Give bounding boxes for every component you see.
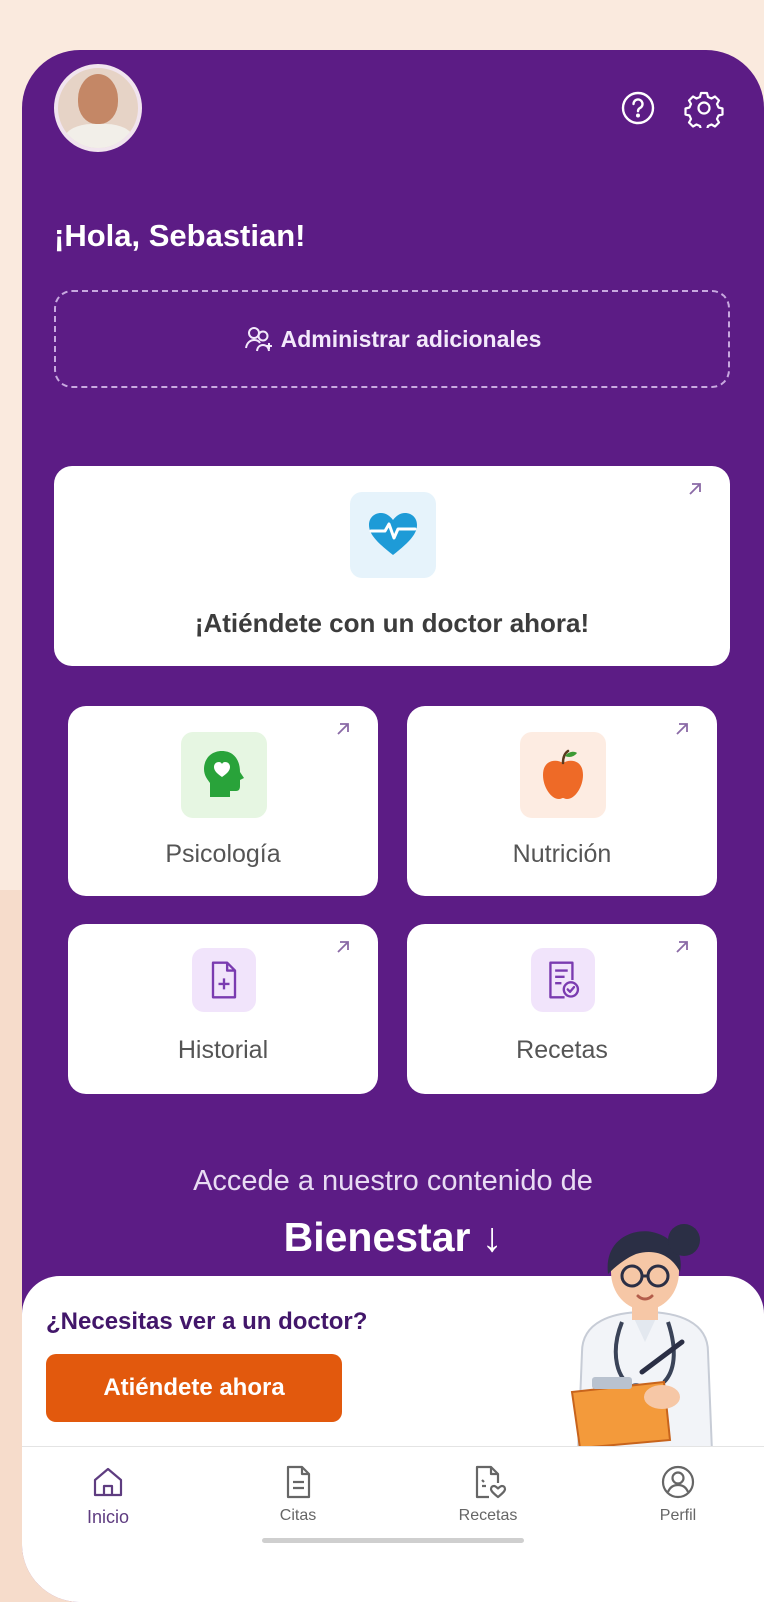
manage-additional-label: Administrar adicionales — [280, 325, 542, 352]
avatar-face — [78, 74, 118, 124]
apple-icon — [520, 732, 606, 818]
bottom-nav: Inicio Citas Recetas Perfil — [22, 1446, 764, 1602]
help-circle-icon[interactable] — [618, 88, 658, 128]
nav-label: Recetas — [458, 1507, 518, 1524]
heart-pulse-icon — [350, 492, 436, 578]
nav-label: Inicio — [86, 1507, 130, 1527]
user-avatar[interactable] — [54, 64, 142, 152]
document-icon — [286, 1465, 311, 1499]
psychology-label: Psicología — [165, 840, 281, 868]
gear-icon[interactable] — [684, 88, 724, 132]
arrow-up-right-icon — [673, 938, 691, 956]
wellness-intro: Accede a nuestro contenido de — [193, 1165, 593, 1197]
greeting-title: ¡Hola, Sebastian! — [54, 218, 306, 253]
prescriptions-card[interactable]: Recetas — [407, 924, 717, 1094]
history-card[interactable]: Historial — [68, 924, 378, 1094]
promo-title: ¿Necesitas ver a un doctor? — [46, 1308, 368, 1335]
prescription-icon — [531, 948, 595, 1012]
document-plus-icon — [192, 948, 256, 1012]
nav-inicio[interactable]: Inicio — [48, 1463, 168, 1528]
attend-now-button[interactable]: Atiéndete ahora — [46, 1354, 342, 1422]
nav-label: Citas — [279, 1507, 317, 1524]
doctor-illustration — [570, 1224, 714, 1452]
psychology-card[interactable]: Psicología — [68, 706, 378, 896]
arrow-up-right-icon — [334, 720, 352, 738]
home-icon — [93, 1467, 123, 1497]
profile-icon — [661, 1465, 695, 1499]
arrow-up-right-icon — [686, 480, 704, 498]
nutrition-label: Nutrición — [512, 840, 612, 868]
manage-additional-button[interactable]: Administrar adicionales — [54, 290, 730, 388]
nutrition-card[interactable]: Nutrición — [407, 706, 717, 896]
head-heart-icon — [181, 732, 267, 818]
nav-perfil[interactable]: Perfil — [618, 1463, 738, 1525]
nav-label: Perfil — [659, 1507, 697, 1524]
nav-citas[interactable]: Citas — [238, 1463, 358, 1525]
prescription-heart-icon — [475, 1465, 507, 1499]
arrow-up-right-icon — [334, 938, 352, 956]
app-screen: ¡Hola, Sebastian! Administrar adicionale… — [22, 50, 764, 1602]
people-add-icon — [244, 327, 272, 352]
doctor-now-label: ¡Atiéndete con un doctor ahora! — [194, 608, 590, 638]
arrow-up-right-icon — [673, 720, 691, 738]
home-indicator — [262, 1538, 524, 1543]
prescriptions-label: Recetas — [516, 1036, 608, 1064]
avatar-shirt — [64, 124, 134, 148]
nav-recetas[interactable]: Recetas — [428, 1463, 548, 1525]
doctor-now-card[interactable]: ¡Atiéndete con un doctor ahora! — [54, 466, 730, 666]
history-label: Historial — [177, 1036, 269, 1064]
